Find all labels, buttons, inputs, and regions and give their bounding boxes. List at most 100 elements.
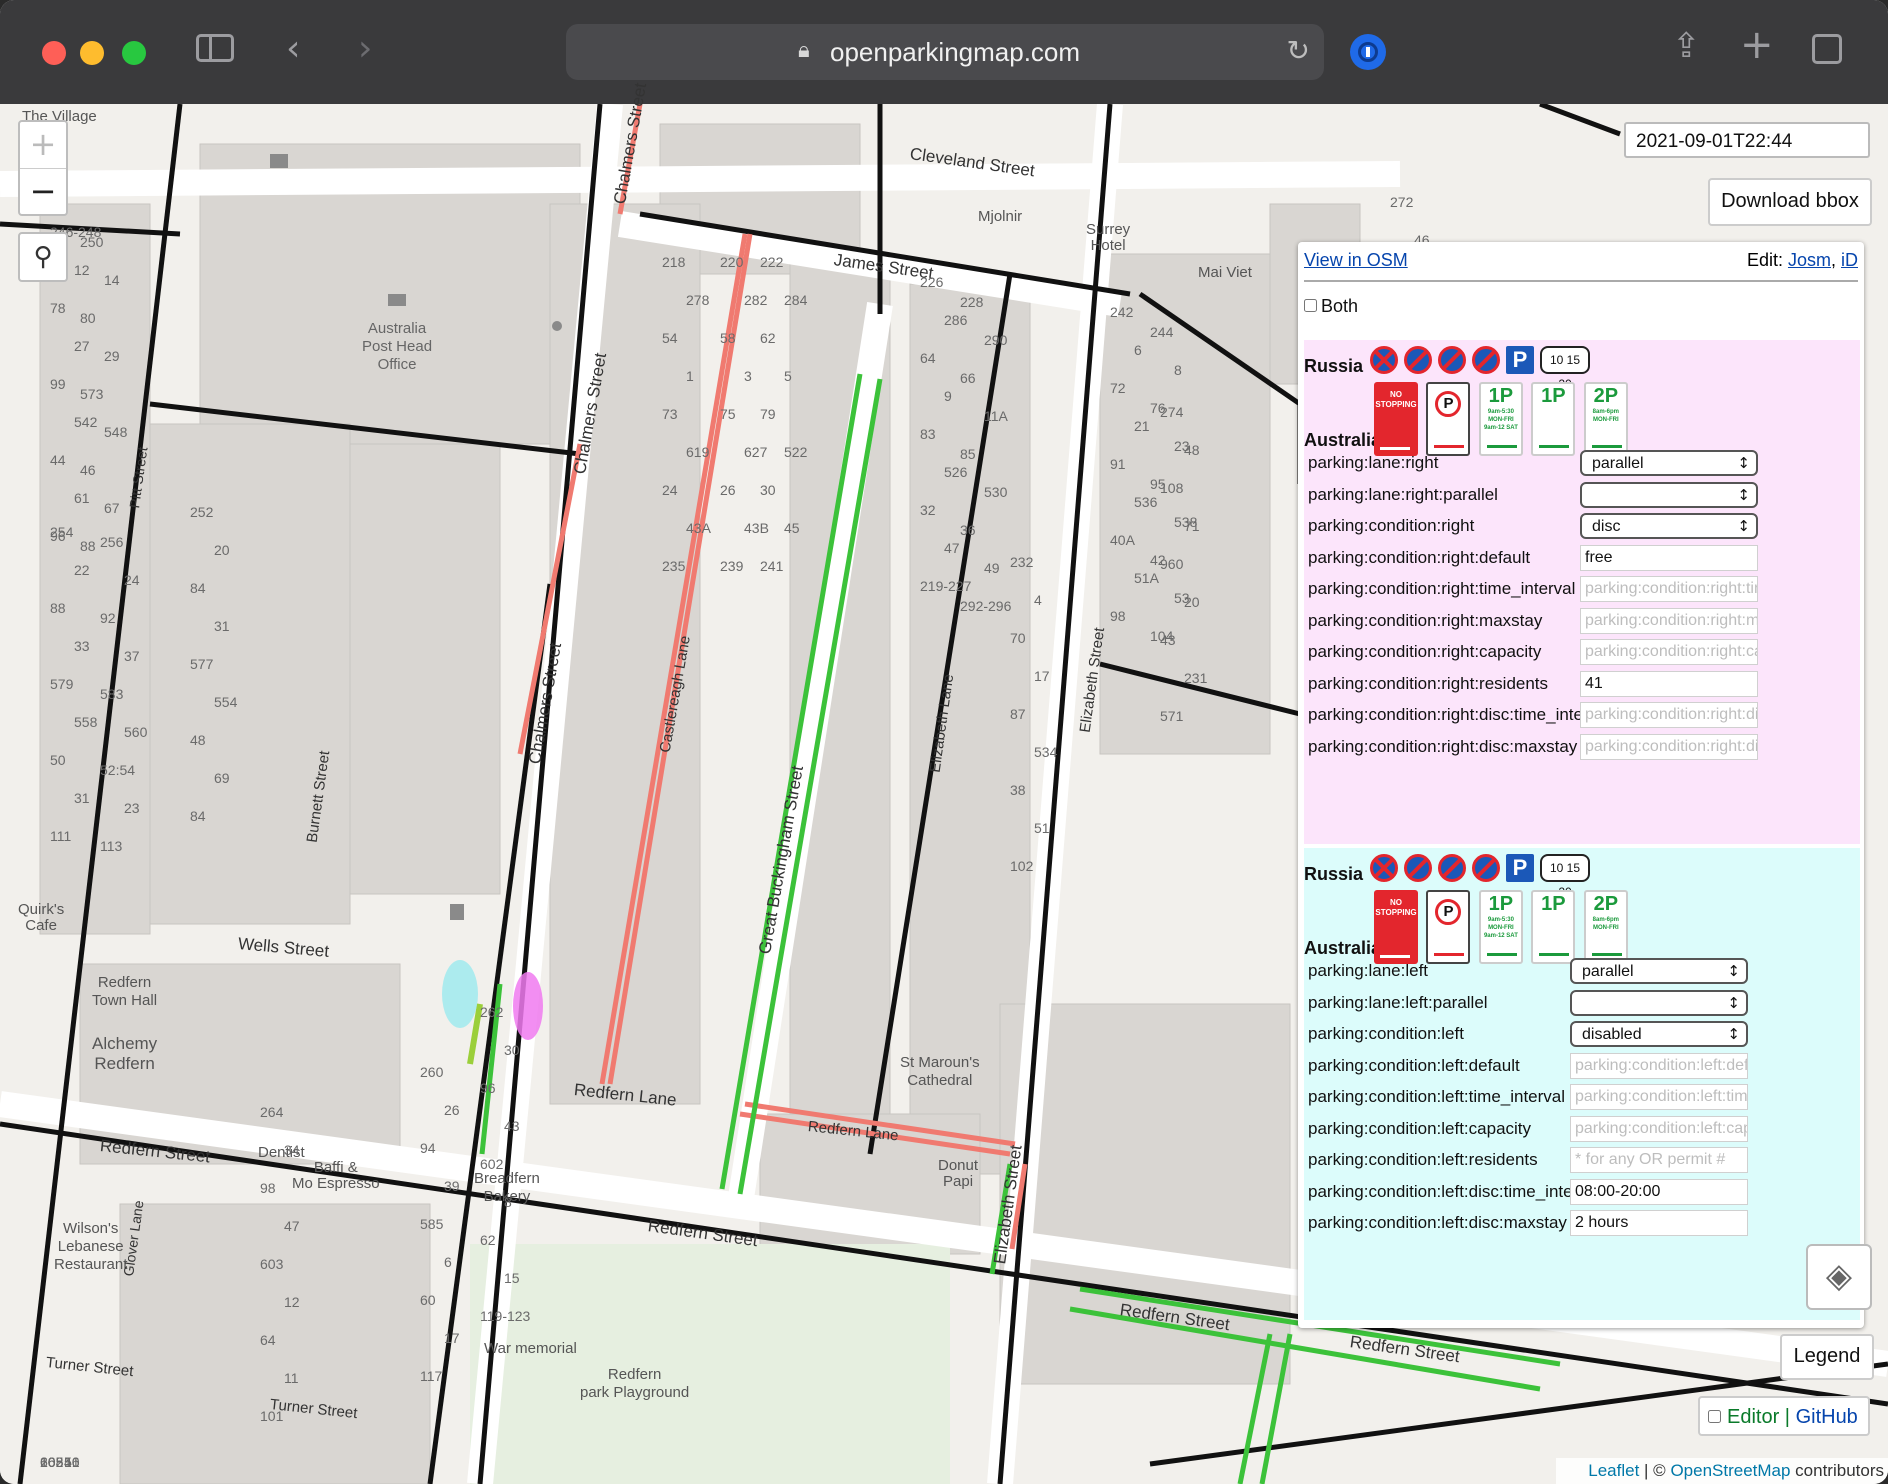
house-number: 43A [686,520,711,536]
house-number: 218 [662,254,686,270]
1p-timed-au-icon[interactable]: 1P 9am-5:30 MON-FRI 9am-12 SAT [1478,382,1523,456]
no-parking-even-ru-icon[interactable] [1472,346,1500,374]
chevron-left-icon[interactable]: ‹ [286,28,300,69]
house-number: 256 [100,534,124,550]
tag-value-input[interactable]: free [1580,544,1758,571]
sidebar-icon[interactable] [196,34,234,62]
tag-key-label: parking:condition:right:capacity [1308,642,1542,661]
house-number: 88 [50,600,66,616]
no-parking-even-ru-icon[interactable] [1472,854,1500,882]
tag-value-input[interactable]: * for any OR permit # [1570,1147,1748,1173]
tag-value-input[interactable]: 41 [1580,670,1758,697]
tag-value-input[interactable]: parking:condition:left:time [1570,1084,1748,1110]
house-number: 264 [260,1104,284,1120]
tag-value-select[interactable]: parallel [1580,450,1758,476]
view-in-osm-link[interactable]: View in OSM [1304,250,1408,270]
tag-value-input[interactable]: parking:condition:right:dis [1580,733,1758,760]
close-window-button[interactable] [42,41,66,65]
tag-value-input[interactable]: 08:00-20:00 [1570,1178,1748,1205]
tag-key-label: parking:condition:left:default [1308,1055,1520,1075]
layers-icon[interactable]: ◈ [1806,1244,1872,1310]
no-stopping-au-icon[interactable]: NO STOPPING [1374,382,1418,456]
no-stopping-au-icon[interactable]: NO STOPPING [1374,890,1418,964]
house-number: 102 [1010,858,1034,874]
datetime-input[interactable]: 2021-09-01T22:44 [1624,122,1870,158]
plus-icon[interactable]: + [1740,22,1774,68]
house-number: 232 [1010,554,1034,570]
location-pin-icon[interactable]: ⚲ [18,232,68,282]
tag-value-select[interactable]: disc [1580,513,1758,539]
no-parking-ru-icon[interactable] [1404,346,1432,374]
reload-icon[interactable]: ↻ [1287,34,1310,67]
no-stopping-ru-icon[interactable] [1370,854,1398,882]
house-number: 560 [124,724,148,740]
tag-value-select[interactable]: parallel [1570,958,1748,984]
tag-value-input[interactable]: parking:condition:right:ca [1580,639,1758,665]
house-number: 8 [1174,362,1182,378]
house-number: 79 [760,406,776,422]
house-number: 98 [1110,608,1126,624]
tag-value-input[interactable]: parking:condition:right:dis [1580,702,1758,728]
zoom-out-button[interactable]: − [20,169,66,215]
tag-value-input[interactable]: parking:condition:left:cap [1570,1115,1748,1142]
leaflet-link[interactable]: Leaflet [1588,1461,1639,1480]
download-bbox-button[interactable]: Download bbox [1708,178,1872,226]
osm-link[interactable]: OpenStreetMap [1670,1461,1790,1480]
tag-value-select[interactable] [1570,989,1748,1016]
time-limit-ru-icon[interactable]: 10 15 20 [1540,346,1590,391]
id-editor-link[interactable]: iD [1841,250,1858,270]
map-label-alchemy-redfern: Alchemy Redfern [92,1034,158,1073]
house-number: 26 [444,1102,460,1118]
edit-links: Edit: Josm, iD [1746,250,1858,270]
1p-au-icon[interactable]: 1P [1531,382,1576,456]
house-number: 83 [920,426,936,442]
editor-checkbox[interactable] [1708,1410,1721,1423]
tag-value-select[interactable]: disabled [1570,1021,1748,1047]
left-side-section: Russia P10 15 20 Australia NOSTOPPING 1P… [1304,848,1860,1320]
editor-toggle[interactable]: Editor | GitHub [1698,1396,1870,1436]
house-number: 47 [284,1218,300,1234]
legend-button[interactable]: Legend [1780,1334,1874,1380]
no-parking-ru-icon[interactable] [1404,854,1432,882]
no-stopping-ru-icon[interactable] [1370,346,1398,374]
chevron-right-icon[interactable]: › [358,28,372,69]
no-parking-odd-ru-icon[interactable] [1438,854,1466,882]
1p-timed-au-icon[interactable]: 1P 9am-5:30 MON-FRI 9am-12 SAT [1478,890,1523,964]
2p-au-icon[interactable]: 2P 8am-6pm MON-FRI [1583,890,1628,964]
house-number: 250 [80,234,104,250]
no-parking-odd-ru-icon[interactable] [1438,346,1466,374]
parking-ru-icon[interactable]: P [1506,346,1534,374]
both-sides-toggle[interactable]: Both [1304,296,1358,317]
both-checkbox[interactable] [1304,299,1317,312]
no-parking-au-icon[interactable] [1426,382,1471,456]
github-link[interactable]: GitHub [1796,1406,1858,1428]
time-limit-ru-icon[interactable]: 10 15 20 [1540,854,1590,899]
house-number: 117 [420,1368,443,1384]
house-number: 530 [984,484,1008,500]
minimize-window-button[interactable] [80,41,104,65]
tag-value-select[interactable] [1580,481,1758,508]
tag-value-input[interactable]: parking:condition:right:ma [1580,607,1758,634]
house-number: 538 [1174,514,1198,530]
1password-icon[interactable] [1350,34,1386,70]
house-number: 602 [480,1156,504,1172]
tag-value-input[interactable]: 2 hours [1570,1210,1748,1236]
josm-link[interactable]: Josm [1788,250,1831,270]
parking-ru-icon[interactable]: P [1506,854,1534,882]
house-number: 22 [74,562,90,578]
house-number: 603 [260,1256,284,1272]
no-parking-au-icon[interactable] [1426,890,1471,964]
zoom-in-button[interactable]: + [20,122,66,169]
house-number: 222 [760,254,784,270]
tabs-overview-icon[interactable] [1812,34,1842,64]
tag-value-input[interactable]: parking:condition:left:defa [1570,1052,1748,1079]
house-number: 48 [190,732,206,748]
tag-key-label: parking:condition:right:default [1308,547,1531,567]
2p-au-icon[interactable]: 2P 8am-6pm MON-FRI [1583,382,1628,456]
1p-au-icon[interactable]: 1P [1531,890,1576,964]
share-icon[interactable]: ⇪ [1672,26,1701,66]
tag-value-input[interactable]: parking:condition:right:tim [1580,576,1758,602]
address-bar[interactable]: 🔒︎ openparkingmap.com ↻ [566,24,1324,80]
house-number: 4 [1034,592,1042,608]
maximize-window-button[interactable] [122,41,146,65]
